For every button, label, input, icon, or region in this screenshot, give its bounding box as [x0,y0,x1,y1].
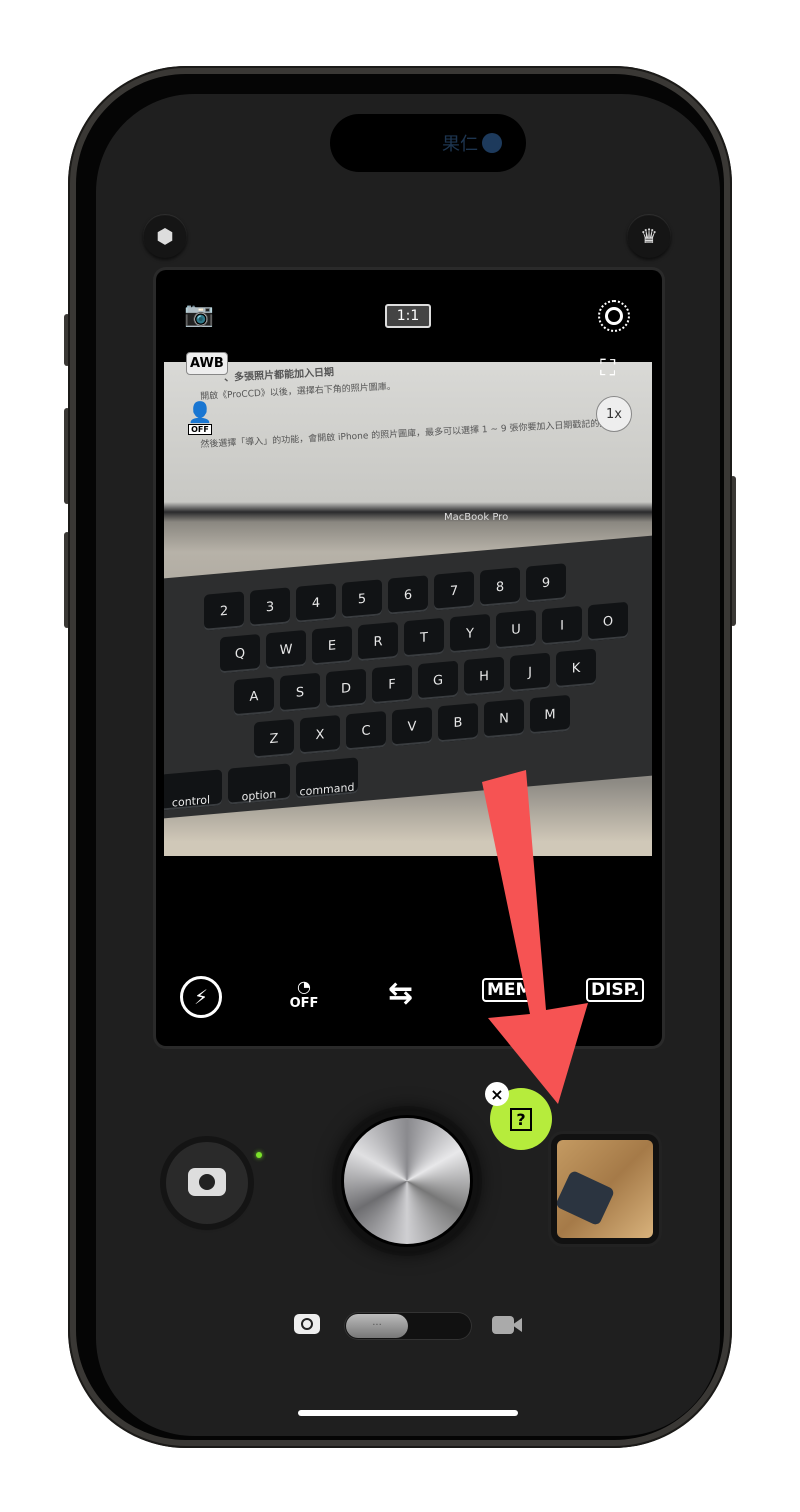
red-arrow-annotation [482,770,588,1104]
annotation-overlay [482,770,588,1104]
